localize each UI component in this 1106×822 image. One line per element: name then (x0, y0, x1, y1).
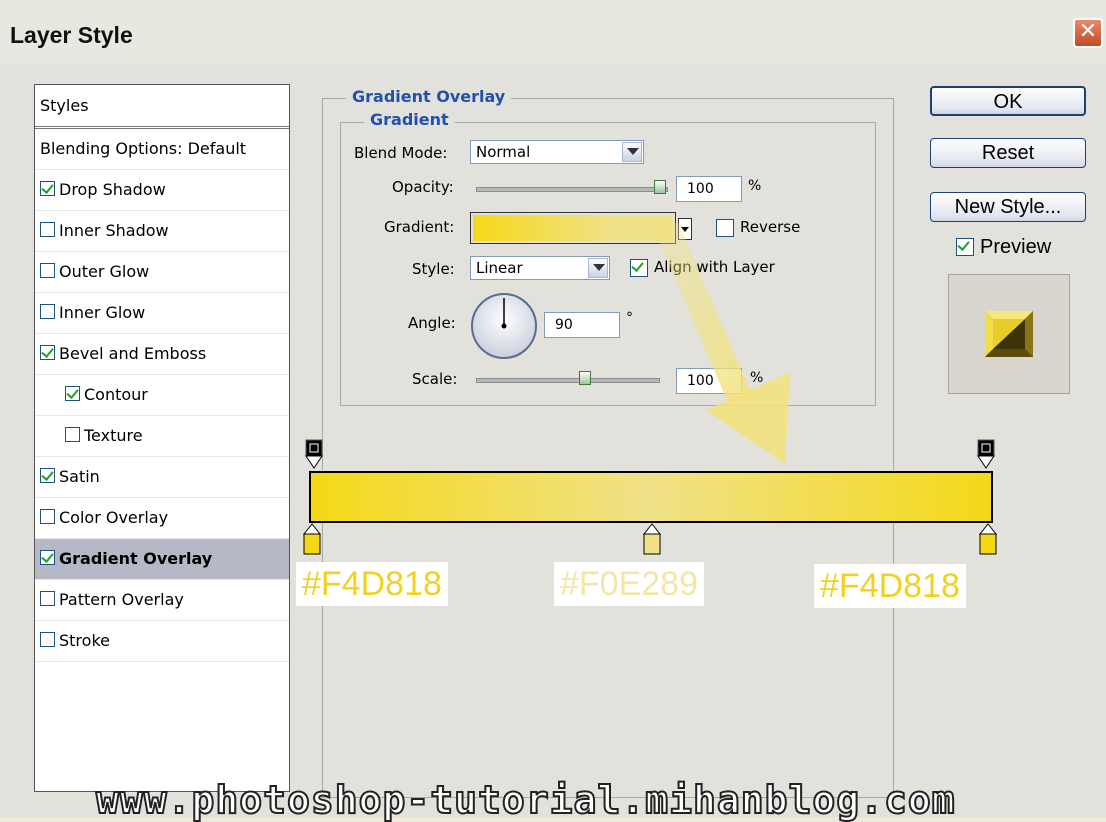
opacity-stop-right-icon[interactable] (977, 439, 995, 469)
opacity-stop-left-icon[interactable] (305, 439, 323, 469)
color-stop-mid-icon[interactable] (642, 523, 662, 555)
gradient-editor-overlay (302, 222, 998, 555)
gradient-bar[interactable] (309, 471, 993, 523)
color-label-left: #F4D818 (296, 562, 448, 606)
color-stop-left-icon[interactable] (302, 523, 322, 555)
color-stop-right-icon[interactable] (978, 523, 998, 555)
color-label-right: #F4D818 (814, 564, 966, 608)
arrow-annotation-icon (655, 222, 790, 464)
color-label-mid: #F0E289 (554, 562, 704, 606)
watermark-text: www.photoshop-tutorial.mihanblog.com (95, 777, 956, 822)
